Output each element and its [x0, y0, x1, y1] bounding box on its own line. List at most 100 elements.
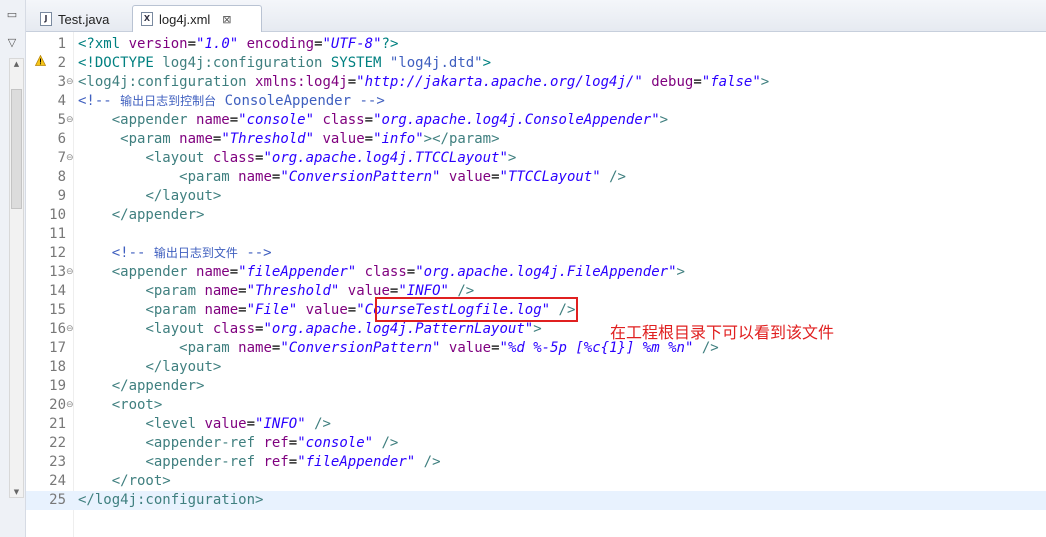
code-token: name	[238, 340, 272, 356]
code-line[interactable]: 19 </appender>	[26, 377, 1046, 396]
code-line[interactable]: 22 <appender-ref ref="console" />	[26, 434, 1046, 453]
line-number: 10	[49, 207, 66, 223]
code-line[interactable]: 9 </layout>	[26, 187, 1046, 206]
line-number: 24	[49, 473, 66, 489]
highlight-box	[375, 297, 578, 322]
code-line[interactable]: 24 </root>	[26, 472, 1046, 491]
code-line[interactable]: 1 <?xml version="1.0" encoding="UTF-8"?>	[26, 35, 1046, 54]
close-icon[interactable]: ⊠	[222, 13, 231, 26]
line-number: 15	[49, 302, 66, 318]
line-number: 1	[57, 36, 66, 52]
line-number: 18	[49, 359, 66, 375]
fold-toggle-icon[interactable]: ⊖	[66, 111, 74, 130]
code-text: <layout class="org.apache.log4j.PatternL…	[78, 320, 542, 339]
code-line[interactable]: 11	[26, 225, 1046, 244]
vertical-scrollbar[interactable]: ▲ ▼	[9, 58, 24, 498]
line-number: 12	[49, 245, 66, 261]
fold-toggle-icon[interactable]: ⊖	[66, 396, 74, 415]
code-line[interactable]: 6 <param name="Threshold" value="info"><…	[26, 130, 1046, 149]
code-token: ></param>	[423, 131, 500, 147]
tab-test-java[interactable]: J Test.java	[32, 6, 132, 32]
code-line[interactable]: 8 <param name="ConversionPattern" value=…	[26, 168, 1046, 187]
code-token: "org.apache.log4j.PatternLayout"	[263, 321, 534, 337]
code-line[interactable]: 7 ⊖ <layout class="org.apache.log4j.TTCCL…	[26, 149, 1046, 168]
tab-label: Test.java	[58, 11, 110, 27]
code-line[interactable]: 13 ⊖ <appender name="fileAppender" class=…	[26, 263, 1046, 282]
code-line[interactable]: 25 </log4j:configuration>	[26, 491, 1046, 510]
code-line[interactable]: 18 </layout>	[26, 358, 1046, 377]
code-line[interactable]: 17 <param name = "ConversionPattern" value…	[26, 339, 1046, 358]
code-line[interactable]: 4 <!-- 输出日志到控制台 ConsoleAppender -->	[26, 92, 1046, 111]
code-text: <layout class="org.apache.log4j.TTCCLayo…	[78, 149, 516, 168]
code-token: "ConversionPattern"	[280, 169, 441, 185]
fold-toggle-icon[interactable]: ⊖	[66, 320, 74, 339]
code-token: SYSTEM	[322, 55, 390, 71]
code-line[interactable]: 12 <!-- 输出日志到文件 -->	[26, 244, 1046, 263]
code-token: =	[347, 302, 357, 318]
code-token: =	[406, 264, 416, 280]
code-text: <appender-ref ref="fileAppender" />	[78, 453, 440, 472]
code-token: <root>	[111, 397, 163, 413]
minimize-view-icon[interactable]: ▭	[4, 8, 20, 22]
fold-toggle-icon[interactable]: ⊖	[66, 263, 74, 282]
code-token: class	[364, 264, 407, 280]
code-token: "Threshold"	[246, 283, 340, 299]
code-token: =	[693, 74, 702, 90]
line-number: 21	[49, 416, 66, 432]
code-line[interactable]: 3 ⊖ <log4j:configuration xmlns:log4j="http…	[26, 73, 1046, 92]
code-token: />	[314, 416, 331, 432]
editor-tab-bar: J Test.java X log4j.xml ⊠	[26, 0, 1046, 33]
scroll-down-arrow-icon[interactable]: ▼	[10, 487, 23, 497]
fold-toggle-icon[interactable]: ⊖	[66, 73, 74, 92]
code-token: <appender	[111, 264, 197, 280]
code-line[interactable]: 10 </appender>	[26, 206, 1046, 225]
tab-log4j-xml[interactable]: X log4j.xml ⊠	[132, 5, 262, 33]
code-token: xmlns:log4j	[255, 74, 348, 90]
line-number: 17	[49, 340, 66, 356]
line-number: 25	[49, 492, 66, 508]
code-token: "log4j.dtd"	[389, 55, 483, 71]
code-line[interactable]: 5 ⊖ <appender name="console" class="org.a…	[26, 111, 1046, 130]
code-token: =	[229, 112, 239, 128]
code-text: <level value="INFO" />	[78, 415, 331, 434]
code-line[interactable]: 16 ⊖ <layout class="org.apache.log4j.Patt…	[26, 320, 1046, 339]
code-token: name	[196, 264, 230, 280]
code-token: "false"	[701, 74, 761, 90]
java-file-icon: J	[40, 12, 52, 26]
code-token: <appender-ref	[145, 454, 264, 470]
code-token: </appender>	[111, 207, 205, 223]
scroll-up-arrow-icon[interactable]: ▲	[10, 59, 23, 69]
code-text: </root>	[78, 472, 171, 491]
line-number: 9	[57, 188, 66, 204]
tab-label: log4j.xml	[159, 11, 211, 27]
code-token: "org.apache.log4j.ConsoleAppender"	[373, 112, 660, 128]
code-token: >	[533, 321, 542, 337]
code-line[interactable]: 2 <!DOCTYPE log4j:configuration SYSTEM "l…	[26, 54, 1046, 73]
xml-editor[interactable]: 1 <?xml version="1.0" encoding="UTF-8"?> 2…	[26, 32, 1046, 537]
left-view-strip: ▭ ▽ ▲ ▼	[0, 0, 26, 537]
code-token: =	[229, 264, 239, 280]
code-token: name	[238, 169, 272, 185]
scrollbar-thumb[interactable]	[11, 89, 22, 209]
code-line[interactable]: 20 ⊖ <root>	[26, 396, 1046, 415]
code-line[interactable]: 23 <appender-ref ref="fileAppender" />	[26, 453, 1046, 472]
code-token: <?xml	[78, 36, 129, 52]
view-menu-chevron-down-icon[interactable]: ▽	[4, 36, 20, 50]
code-token: ref	[263, 454, 289, 470]
code-line[interactable]: 21 <level value="INFO" />	[26, 415, 1046, 434]
line-number: 20	[49, 397, 66, 413]
code-token: <layout	[145, 321, 213, 337]
fold-toggle-icon[interactable]: ⊖	[66, 149, 74, 168]
code-token: <param	[179, 169, 239, 185]
code-token: </layout>	[145, 188, 222, 204]
code-token: "console"	[238, 112, 315, 128]
